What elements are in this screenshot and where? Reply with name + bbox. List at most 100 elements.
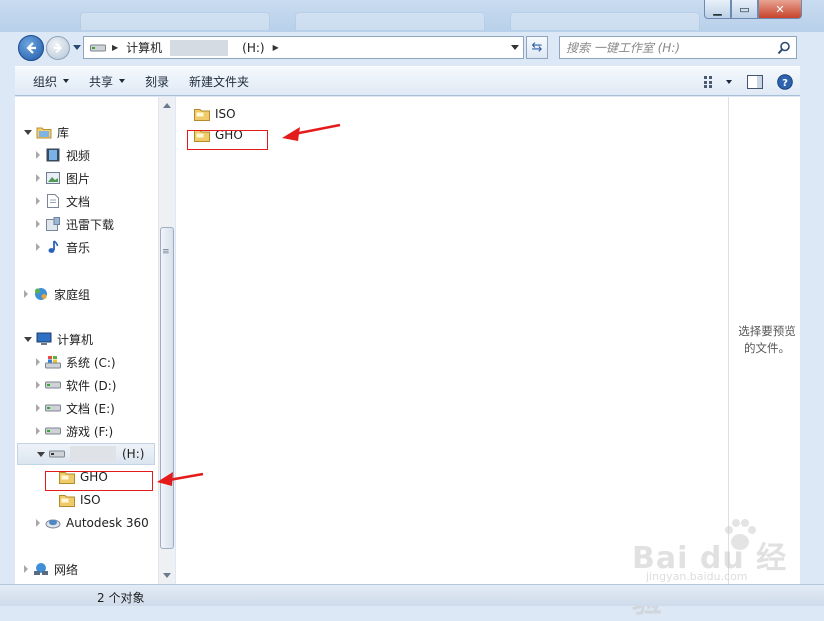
drive-icon (90, 43, 106, 53)
scroll-down-button[interactable] (159, 567, 175, 584)
tree-item-network[interactable]: 网络 (24, 559, 78, 579)
tree-label: 图片 (66, 171, 91, 186)
view-grid-icon (704, 76, 712, 88)
expanded-arrow-icon[interactable] (37, 451, 45, 457)
minimize-button[interactable]: ▁ (704, 0, 731, 19)
recent-pages-dropdown[interactable] (73, 45, 81, 50)
tree-item-videos[interactable]: 视频 (36, 145, 90, 165)
windows-drive-icon (45, 354, 61, 370)
expanded-arrow-icon[interactable] (24, 336, 32, 342)
breadcrumb-computer[interactable]: 计算机 (126, 39, 162, 56)
homegroup-icon (33, 286, 49, 302)
view-options-button[interactable] (696, 67, 740, 97)
tree-label: 迅雷下载 (66, 217, 115, 232)
tree-item-music[interactable]: 音乐 (36, 237, 90, 257)
chevron-down-icon (119, 79, 126, 83)
redacted-label (70, 446, 116, 462)
download-folder-icon (45, 216, 61, 232)
search-input[interactable]: 搜索 一键工作室 (H:) (559, 36, 797, 59)
tree-label: 文档 (E:) (66, 401, 115, 416)
minimize-icon: ▁ (713, 2, 722, 16)
watermark: Bai du 经验 jingyan.baidu.com (632, 515, 792, 620)
tree-item-drive-f[interactable]: 游戏 (F:) (36, 421, 113, 441)
collapsed-arrow-icon[interactable] (36, 151, 40, 159)
scroll-up-icon (163, 103, 171, 108)
share-menu[interactable]: 共享 (79, 66, 135, 96)
network-icon (33, 561, 49, 577)
file-name: ISO (215, 107, 236, 121)
chevron-right-icon[interactable]: ▶ (273, 43, 279, 52)
window-titlebar: ▁ ▭ ✕ (0, 0, 824, 32)
organize-label: 组织 (33, 74, 58, 89)
collapsed-arrow-icon[interactable] (36, 358, 40, 366)
tree-item-drive-c[interactable]: 系统 (C:) (36, 352, 116, 372)
video-icon (45, 147, 61, 163)
tree-item-drive-d[interactable]: 软件 (D:) (36, 375, 116, 395)
tree-item-drive-e[interactable]: 文档 (E:) (36, 398, 115, 418)
preview-hint: 选择要预览 的文件。 (733, 323, 801, 357)
tree-label: 游戏 (F:) (66, 424, 114, 439)
help-button[interactable]: ? (770, 67, 800, 97)
tree-label: (H:) (122, 447, 145, 461)
organize-menu[interactable]: 组织 (15, 66, 79, 96)
collapsed-arrow-icon[interactable] (36, 519, 40, 527)
chevron-down-icon[interactable] (511, 45, 519, 50)
tree-item-autodesk[interactable]: Autodesk 360 (36, 513, 149, 533)
file-item[interactable]: ISO (194, 105, 236, 123)
search-placeholder: 搜索 一键工作室 (H:) (566, 41, 681, 55)
chevron-right-icon[interactable]: ▶ (112, 43, 118, 52)
command-bar: 组织 共享 刻录 新建文件夹 ? (15, 66, 800, 96)
maximize-button[interactable]: ▭ (731, 0, 758, 19)
new-folder-button[interactable]: 新建文件夹 (179, 66, 259, 96)
library-icon (36, 124, 52, 140)
tree-item-pictures[interactable]: 图片 (36, 168, 90, 188)
collapsed-arrow-icon[interactable] (24, 565, 28, 573)
background-tabs (80, 12, 700, 32)
address-bar[interactable]: ▶ 计算机 (H:) ▶ (83, 36, 524, 59)
expanded-arrow-icon[interactable] (24, 129, 32, 135)
chevron-down-icon (726, 80, 732, 84)
tree-item-iso[interactable]: ISO (59, 490, 101, 510)
tree-label: 家庭组 (54, 287, 91, 302)
status-bar: 2 个对象 (0, 584, 824, 606)
tree-label: 音乐 (66, 240, 91, 255)
preview-pane-button[interactable] (740, 67, 770, 97)
tree-item-documents[interactable]: 文档 (36, 191, 90, 211)
file-list: ISO GHO (176, 97, 728, 584)
breadcrumb-drive-h[interactable]: (H:) (242, 41, 264, 55)
collapsed-arrow-icon[interactable] (36, 381, 40, 389)
collapsed-arrow-icon[interactable] (36, 174, 40, 182)
tree-item-thunder-downloads[interactable]: 迅雷下载 (36, 214, 114, 234)
navigation-scrollbar[interactable]: ≡ (158, 97, 175, 584)
collapsed-arrow-icon[interactable] (36, 404, 40, 412)
folder-icon (194, 106, 210, 122)
collapsed-arrow-icon[interactable] (36, 220, 40, 228)
picture-icon (45, 170, 61, 186)
help-icon: ? (777, 74, 793, 90)
cloud-drive-icon (45, 515, 61, 531)
tree-item-homegroup[interactable]: 家庭组 (24, 284, 90, 304)
tree-label: 软件 (D:) (66, 378, 117, 393)
tree-item-computer[interactable]: 计算机 (24, 329, 93, 349)
tree-item-library[interactable]: 库 (24, 122, 69, 142)
tree-item-drive-h[interactable]: (H:) (17, 443, 155, 465)
tree-label: 网络 (54, 562, 79, 577)
collapsed-arrow-icon[interactable] (24, 290, 28, 298)
forward-button[interactable] (46, 36, 70, 60)
collapsed-arrow-icon[interactable] (36, 243, 40, 251)
highlight-box (187, 130, 268, 150)
tree-label: 文档 (66, 194, 91, 209)
close-button[interactable]: ✕ (758, 0, 802, 19)
tree-label: ISO (80, 493, 101, 507)
scroll-up-button[interactable] (159, 97, 175, 114)
music-note-icon (45, 239, 61, 255)
back-button[interactable] (18, 35, 44, 61)
burn-label: 刻录 (145, 74, 170, 89)
refresh-button[interactable]: ⇆ (526, 36, 548, 59)
tree-label: 库 (57, 125, 70, 140)
collapsed-arrow-icon[interactable] (36, 197, 40, 205)
scroll-thumb[interactable] (160, 227, 174, 549)
address-row: ▶ 计算机 (H:) ▶ ⇆ 搜索 一键工作室 (H:) (0, 32, 824, 62)
collapsed-arrow-icon[interactable] (36, 427, 40, 435)
burn-button[interactable]: 刻录 (135, 66, 179, 96)
